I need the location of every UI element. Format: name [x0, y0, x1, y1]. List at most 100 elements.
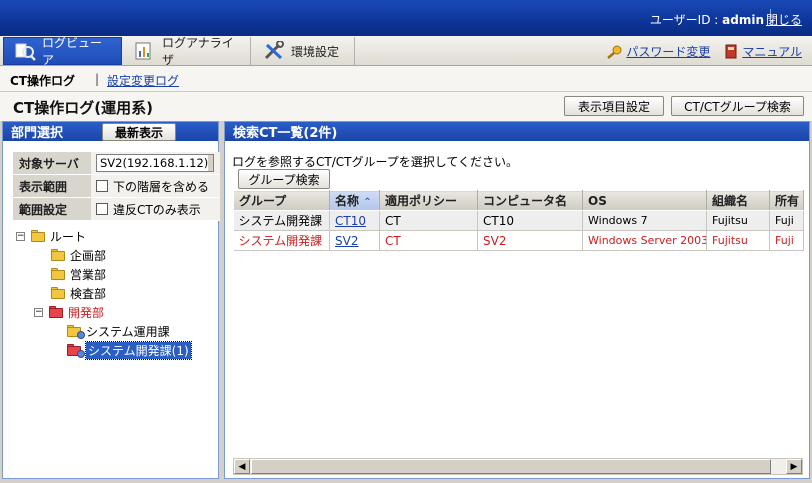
scrollbar-thumb[interactable]: [251, 459, 771, 474]
tree-label: 開発部: [68, 305, 105, 320]
instruction-text: ログを参照するCT/CTグループを選択してください。: [232, 155, 519, 169]
tree-label: 検査部: [70, 286, 107, 301]
tree-label: システム運用課: [86, 324, 170, 339]
cell-group: システム開発課: [233, 230, 330, 251]
scope-label: 表示範囲: [13, 175, 91, 197]
folder-icon: [49, 305, 65, 319]
key-icon: [607, 45, 622, 59]
cell-computer: SV2: [477, 230, 583, 251]
horizontal-scrollbar[interactable]: ◀ ▶: [233, 458, 803, 475]
collapse-toggle-icon[interactable]: −: [16, 231, 25, 241]
table-row[interactable]: システム開発課 CT10 CT CT10 Windows 7 Fujitsu F…: [233, 210, 804, 231]
server-select[interactable]: SV2(192.168.1.12): [96, 154, 214, 172]
col-header-name-label: 名称: [335, 194, 360, 208]
ct-search-button[interactable]: CT/CTグループ検索: [671, 96, 804, 116]
tree-node-dept2[interactable]: 営業部: [51, 266, 106, 282]
folder-icon: [51, 286, 67, 300]
display-settings-button[interactable]: 表示項目設定: [564, 96, 664, 116]
tab-log-analyzer[interactable]: ログアナライザ: [124, 36, 251, 67]
tree-node-sub1[interactable]: システム運用課: [67, 323, 170, 339]
scroll-left-icon[interactable]: ◀: [234, 459, 250, 474]
include-subtree-checkbox[interactable]: [96, 180, 108, 192]
cell-group: システム開発課: [233, 210, 330, 231]
tab-settings[interactable]: 環境設定: [253, 37, 355, 65]
department-panel-title: 部門選択: [11, 126, 64, 141]
cell-owner: Fuji: [769, 230, 804, 251]
group-folder-icon: [67, 343, 85, 358]
nav-links: パスワード変更 マニュアル: [606, 43, 802, 60]
server-row: 対象サーバ SV2(192.168.1.12): [13, 152, 220, 175]
tree-node-dept4[interactable]: − 開発部: [34, 304, 104, 320]
range-label: 範囲設定: [13, 198, 91, 220]
server-label: 対象サーバ: [13, 152, 91, 174]
main-nav-bar: ログビューア ログアナライザ 環境設定 パスワード変更 マニュアル: [0, 36, 812, 67]
tree-node-dept3[interactable]: 検査部: [51, 285, 106, 301]
book-icon: [725, 44, 737, 59]
cell-org: Fujitsu: [706, 210, 770, 231]
filter-table: 対象サーバ SV2(192.168.1.12) 表示範囲 下の階層を含める 範囲…: [13, 152, 220, 221]
tree-node-root[interactable]: − ルート: [16, 228, 86, 244]
ct-list-title: 検索CT一覧(2件): [233, 126, 338, 141]
tab-log-viewer-label: ログビューア: [42, 36, 103, 67]
page-title: CT操作ログ(運用系): [13, 99, 153, 117]
collapse-toggle-icon[interactable]: −: [34, 307, 43, 317]
cell-computer: CT10: [477, 210, 583, 231]
cell-policy: CT: [379, 210, 478, 231]
group-folder-icon: [67, 324, 85, 339]
cell-policy: CT: [379, 230, 478, 251]
cell-org: Fujitsu: [706, 230, 770, 251]
sub-nav: CT操作ログ | 設定変更ログ: [0, 66, 812, 92]
department-panel: 部門選択 最新表示 対象サーバ SV2(192.168.1.12) 表示範囲 下…: [2, 121, 220, 479]
department-panel-header: 部門選択 最新表示: [3, 122, 218, 141]
tree-node-dept1[interactable]: 企画部: [51, 247, 106, 263]
chart-icon: [134, 41, 156, 61]
refresh-button[interactable]: 最新表示: [102, 123, 176, 141]
cell-os: Windows 7: [582, 210, 707, 231]
server-select-value: SV2(192.168.1.12): [100, 156, 209, 170]
col-header-owner[interactable]: 所有: [769, 190, 804, 211]
violation-only-checkbox[interactable]: [96, 203, 108, 215]
password-change-link[interactable]: パスワード変更: [606, 43, 710, 60]
ct-list-panel-header: 検索CT一覧(2件): [225, 122, 809, 141]
scroll-right-icon[interactable]: ▶: [786, 459, 802, 474]
include-subtree-label: 下の階層を含める: [113, 179, 210, 194]
tab-settings-label: 環境設定: [291, 44, 340, 59]
ct-list-panel: 検索CT一覧(2件) ログを参照するCT/CTグループを選択してください。 グル…: [224, 121, 810, 479]
col-header-org[interactable]: 組織名: [706, 190, 770, 211]
manual-link[interactable]: マニュアル: [724, 43, 802, 60]
chevron-down-icon: [208, 155, 213, 171]
cell-owner: Fuji: [769, 210, 804, 231]
table-row[interactable]: システム開発課 SV2 CT SV2 Windows Server 2003 F…: [233, 230, 804, 251]
col-header-policy[interactable]: 適用ポリシー: [379, 190, 478, 211]
ct-table: グループ 名称 ⌃ 適用ポリシー コンピュータ名 OS 組織名 所有 システム開…: [233, 190, 804, 251]
subnav-current: CT操作ログ: [10, 74, 75, 88]
title-bar: CT操作ログ(運用系) 表示項目設定 CT/CTグループ検索: [0, 92, 812, 121]
col-header-computer[interactable]: コンピュータ名: [477, 190, 583, 211]
ct-name-link[interactable]: CT10: [335, 214, 366, 228]
tree-node-sub2[interactable]: システム開発課(1): [67, 340, 192, 360]
tab-log-viewer[interactable]: ログビューア: [3, 36, 122, 67]
user-id-label: ユーザーID :: [649, 13, 723, 27]
violation-only-label: 違反CTのみ表示: [113, 202, 201, 217]
settings-change-log-link[interactable]: 設定変更ログ: [107, 72, 179, 89]
tree-label: 営業部: [70, 267, 107, 282]
folder-icon: [31, 229, 47, 243]
user-name: admin: [722, 13, 764, 27]
tree-label: ルート: [50, 229, 87, 244]
tree-label: 企画部: [70, 248, 107, 263]
group-search-button[interactable]: グループ検索: [238, 169, 330, 189]
range-row: 範囲設定 違反CTのみ表示: [13, 198, 220, 221]
cell-name: CT10: [329, 210, 380, 231]
cell-name: SV2: [329, 230, 380, 251]
col-header-name[interactable]: 名称 ⌃: [329, 190, 380, 211]
col-header-os[interactable]: OS: [582, 190, 707, 211]
col-header-group[interactable]: グループ: [233, 190, 330, 211]
close-link[interactable]: 閉じる: [766, 11, 802, 28]
tree-label-selected: システム開発課(1): [85, 340, 192, 360]
log-viewer-icon: [14, 41, 36, 61]
folder-icon: [51, 267, 67, 281]
scope-row: 表示範囲 下の階層を含める: [13, 175, 220, 198]
ct-name-link[interactable]: SV2: [335, 234, 358, 248]
sort-asc-icon: ⌃: [363, 197, 372, 208]
manual-label: マニュアル: [742, 45, 802, 59]
